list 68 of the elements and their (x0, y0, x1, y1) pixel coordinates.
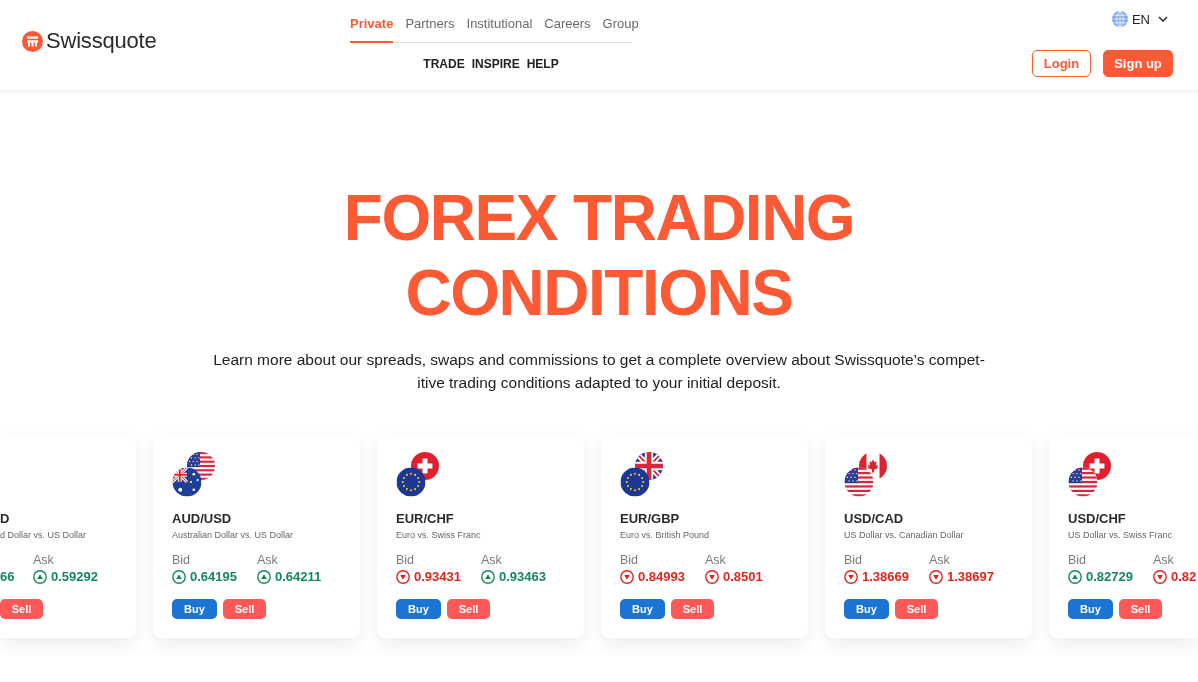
currency-pair: USD/CHF (1068, 511, 1126, 527)
logo-icon (22, 30, 43, 52)
price-value: 0.93463 (499, 569, 546, 585)
nav-tab[interactable]: Institutional (466, 14, 533, 43)
nav-tab[interactable]: Private (350, 14, 394, 43)
buy-button[interactable]: Buy (172, 599, 217, 619)
sell-button[interactable]: Sell (0, 599, 43, 619)
pair-description: US Dollar vs. Swiss Franc (1068, 529, 1173, 541)
chevron-down-icon (1158, 16, 1168, 22)
signup-button[interactable]: Sign up (1103, 50, 1173, 77)
sell-button[interactable]: Sell (447, 599, 490, 619)
pair-description: Euro vs. Swiss Franc (396, 529, 481, 541)
currency-pair: EUR/GBP (620, 511, 680, 527)
price-value: 0.82 (1171, 569, 1197, 585)
sell-button[interactable]: Sell (895, 599, 938, 619)
price-label: Bid (396, 553, 415, 567)
price-label: Bid (172, 553, 191, 567)
nav-link[interactable]: INSPIRE (471, 57, 520, 71)
price-label: Ask (481, 553, 502, 567)
hero-description: Learn more about our spreads, swaps and commissions to get a complete overview about Swissquote’s compet-itive trading conditions adapted to your initial deposit. (212, 350, 986, 393)
price-value: 0.64211 (275, 569, 322, 585)
buy-button[interactable]: Buy (396, 599, 441, 619)
currency-pair: AUD/USD (172, 511, 232, 527)
buy-button[interactable]: Buy (620, 599, 665, 619)
price-value: 0.84993 (638, 569, 685, 585)
nav-tab[interactable]: Group (602, 14, 639, 43)
price-label: Bid (844, 553, 863, 567)
price-label: Ask (33, 553, 54, 567)
nav-tab[interactable]: Careers (544, 14, 591, 43)
sell-button[interactable]: Sell (1119, 599, 1162, 619)
price-value: 0.64195 (190, 569, 237, 585)
sell-button[interactable]: Sell (223, 599, 266, 619)
price-label: Ask (705, 553, 726, 567)
price-label: Ask (929, 553, 950, 567)
pair-description: Australian Dollar vs. US Dollar (172, 529, 294, 541)
currency-pair: EUR/CHF (396, 511, 454, 527)
price-value: 1.38669 (862, 569, 909, 585)
price-value: 1.38697 (947, 569, 994, 585)
currency-flags-icon (844, 452, 888, 497)
nav-link[interactable]: TRADE (423, 57, 465, 71)
price-label: Bid (1068, 553, 1087, 567)
price-label: Ask (1153, 553, 1174, 567)
sell-button[interactable]: Sell (671, 599, 714, 619)
currency-flags-icon (396, 452, 440, 497)
currency-pair: D (0, 511, 10, 527)
pair-description: Euro vs. British Pound (620, 529, 710, 541)
price-label: Bid (620, 553, 639, 567)
hero-title: FOREX TRADING CONDITIONS (342, 181, 856, 331)
globe-icon (1111, 11, 1128, 27)
currency-flags-icon (172, 452, 216, 497)
price-value: 0.82729 (1086, 569, 1133, 585)
price-label: Ask (257, 553, 278, 567)
nav-tab[interactable]: Partners (405, 14, 455, 43)
login-button[interactable]: Login (1032, 50, 1091, 77)
pair-description: d Dollar vs. US Dollar (0, 529, 87, 541)
language-button[interactable]: EN (1131, 11, 1150, 27)
currency-flags-icon (1068, 452, 1112, 497)
nav-link[interactable]: HELP (526, 57, 559, 71)
price-value: 0.59292 (51, 569, 98, 585)
price-value: 66 (0, 569, 15, 585)
logo-text: Swissquote (46, 28, 157, 54)
buy-button[interactable]: Buy (1068, 599, 1113, 619)
pair-description: US Dollar vs. Canadian Dollar (844, 529, 964, 541)
buy-button[interactable]: Buy (844, 599, 889, 619)
price-value: 0.8501 (723, 569, 763, 585)
currency-flags-icon (620, 452, 664, 497)
price-value: 0.93431 (414, 569, 461, 585)
currency-pair: USD/CAD (844, 511, 904, 527)
